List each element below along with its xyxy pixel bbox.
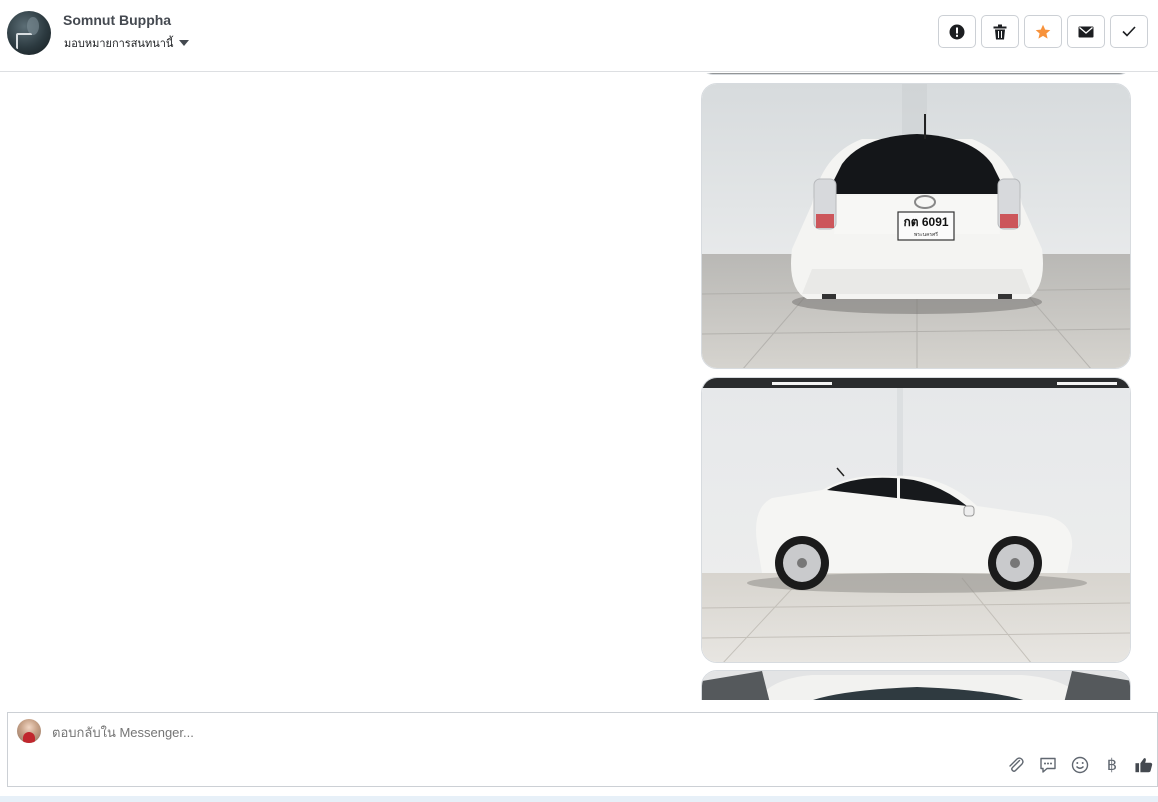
message-thread: กต 6091 พระนครศรี [0, 73, 1158, 700]
checkmark-icon [1122, 26, 1136, 37]
reply-composer: ฿ [7, 712, 1158, 787]
emoji-button[interactable] [1071, 756, 1089, 774]
exclamation-circle-icon [949, 24, 965, 39]
mark-unread-button[interactable] [1067, 15, 1105, 48]
composer-tools: ฿ [1007, 756, 1153, 774]
trash-icon [993, 24, 1007, 39]
conversation-header: Somnut Buppha มอบหมายการสนทนานี้ [0, 0, 1158, 72]
assign-conversation-dropdown[interactable]: มอบหมายการสนทนานี้ [64, 34, 190, 52]
car-side-photo[interactable] [701, 377, 1131, 663]
previous-photo-edge[interactable] [701, 73, 1131, 75]
reply-input[interactable] [52, 725, 952, 740]
envelope-icon [1078, 26, 1094, 37]
delete-button[interactable] [981, 15, 1019, 48]
paperclip-icon [1009, 757, 1024, 772]
saved-reply-icon [1040, 757, 1056, 773]
avatar-figure [16, 33, 32, 49]
payment-button[interactable]: ฿ [1103, 756, 1121, 774]
car-side-image [702, 378, 1130, 662]
baht-icon: ฿ [1106, 755, 1118, 774]
plate-main: กต 6091 [903, 215, 948, 229]
plate-sub: พระนครศรี [914, 231, 938, 238]
emoji-icon [1071, 756, 1089, 774]
chevron-down-icon[interactable] [179, 40, 190, 46]
star-button[interactable] [1024, 15, 1062, 48]
page-avatar [17, 719, 41, 743]
attach-button[interactable] [1007, 756, 1025, 774]
avatar-figure [23, 732, 35, 743]
bottom-strip [0, 796, 1158, 802]
car-rear-photo[interactable]: กต 6091 พระนครศรี [701, 83, 1131, 369]
saved-reply-button[interactable] [1039, 756, 1057, 774]
car-engine-image [702, 671, 1130, 700]
car-engine-photo[interactable] [701, 670, 1131, 700]
car-rear-image: กต 6091 พระนครศรี [702, 84, 1130, 368]
contact-avatar[interactable] [7, 11, 51, 55]
header-actions [938, 15, 1148, 48]
thumbs-up-icon [1135, 758, 1153, 773]
like-button[interactable] [1135, 756, 1153, 774]
assign-label: มอบหมายการสนทนานี้ [64, 38, 174, 50]
contact-name[interactable]: Somnut Buppha [63, 12, 171, 28]
report-button[interactable] [938, 15, 976, 48]
mark-done-button[interactable] [1110, 15, 1148, 48]
star-icon [1035, 24, 1051, 39]
